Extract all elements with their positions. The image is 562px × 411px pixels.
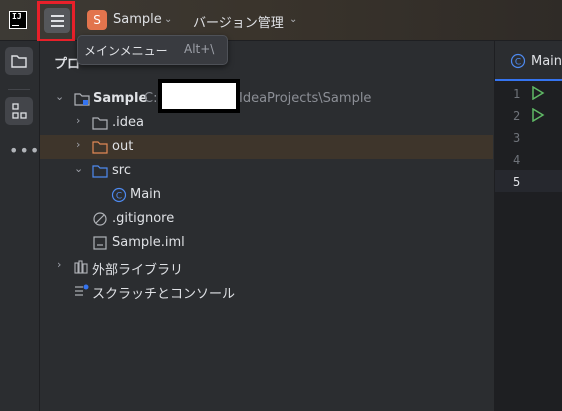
project-badge[interactable]: S [87,10,107,30]
line-number: 3 [513,131,521,145]
tree-row[interactable]: C Main [40,183,493,207]
chevron-right-icon[interactable]: › [76,114,80,127]
tree-label: Sample.iml [112,235,185,250]
tooltip-shortcut: Alt+\ [184,42,215,56]
project-name[interactable]: Sample [113,12,162,27]
chevron-down-icon[interactable]: ⌄ [74,162,83,175]
tree-row[interactable]: Sample.iml [40,231,493,255]
tree-row[interactable]: ⌄ src [40,159,493,183]
tree-label: Main [130,187,162,202]
folder-icon [11,55,27,68]
main-menu-tooltip: メインメニュー Alt+\ [77,35,228,65]
tab-label: Main. [531,54,562,69]
tree-label: out [112,139,134,154]
chevron-down-icon[interactable]: ⌄ [289,14,297,25]
highlight-box [37,1,75,42]
svg-text:C: C [116,192,122,202]
scratches-icon [75,284,89,296]
current-line-highlight [495,170,562,192]
chevron-right-icon[interactable]: › [57,258,61,271]
java-class-icon: C [510,53,526,69]
java-class-icon: C [111,187,127,203]
active-tab-indicator [495,79,562,81]
divider [8,89,30,90]
source-folder-icon [92,165,108,178]
tree-path: IdeaProjects\Sample [239,91,372,106]
editor-area: C Main. 1 2 3 4 5 [494,41,562,411]
svg-text:C: C [515,58,521,68]
tree-label: Sample [93,91,148,106]
tree-row-external-libraries[interactable]: › 外部ライブラリ [40,255,493,279]
tree-label: スクラッチとコンソール [92,287,236,302]
tree-row-root[interactable]: ⌄ Sample C: IdeaProjects\Sample [40,79,493,113]
line-number: 1 [513,87,521,101]
tree-row-scratches[interactable]: スクラッチとコンソール [40,279,493,303]
chevron-right-icon[interactable]: › [76,138,80,151]
tree-label: src [112,163,131,178]
line-number: 5 [513,175,521,189]
line-number: 4 [513,153,521,167]
library-icon [74,260,88,274]
editor-tab[interactable]: C Main. [495,41,562,81]
structure-tool-button[interactable] [5,97,33,125]
tree-row[interactable]: › .idea [40,111,493,135]
chevron-down-icon[interactable]: ⌄ [55,90,64,103]
project-panel: プロ ⌄ Sample C: IdeaProjects\Sample › .id… [40,41,493,411]
tree-row[interactable]: .gitignore [40,207,493,231]
line-number: 2 [513,109,521,123]
tooltip-label: メインメニュー [84,44,168,58]
tree-path: C: [144,91,158,106]
excluded-folder-icon [92,141,108,154]
tool-window-strip: ••• [0,41,40,411]
ignored-file-icon [93,212,107,226]
module-folder-icon [74,93,90,106]
more-tools-icon[interactable]: ••• [9,141,40,160]
vcs-widget[interactable]: バージョン管理 [193,12,284,31]
run-gutter-icon[interactable] [531,86,545,100]
project-tool-button[interactable] [5,47,33,75]
redaction-box [158,79,240,113]
run-gutter-icon[interactable] [531,108,545,122]
tree-label: .idea [112,115,144,130]
chevron-down-icon[interactable]: ⌄ [164,14,172,25]
folder-icon [92,117,108,130]
structure-icon [12,103,27,119]
module-file-icon [93,236,107,250]
tree-label: .gitignore [112,211,175,226]
intellij-logo: IJ [9,11,27,29]
tree-row[interactable]: › out [40,135,493,159]
tree-label: 外部ライブラリ [92,263,184,278]
